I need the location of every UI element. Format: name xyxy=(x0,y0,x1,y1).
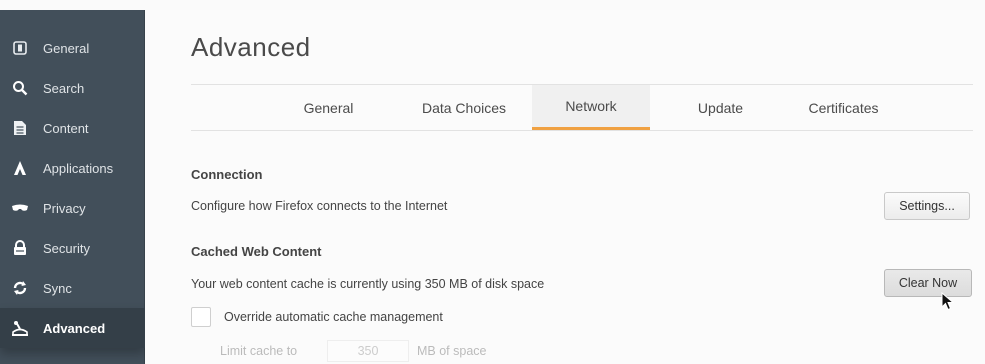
override-cache-label: Override automatic cache management xyxy=(224,310,443,324)
sidebar-item-general[interactable]: General xyxy=(0,28,145,68)
search-icon xyxy=(10,78,30,98)
clear-now-button[interactable]: Clear Now xyxy=(884,269,972,297)
cache-description: Your web content cache is currently usin… xyxy=(191,277,545,291)
connection-settings-button[interactable]: Settings... xyxy=(884,192,970,220)
mouse-cursor-icon xyxy=(941,291,955,317)
sidebar-item-label: Applications xyxy=(43,160,114,176)
tab-network[interactable]: Network xyxy=(532,85,650,130)
content-icon xyxy=(10,118,30,138)
connection-heading: Connection xyxy=(191,167,263,182)
privacy-icon xyxy=(10,198,30,218)
tab-data-choices[interactable]: Data Choices xyxy=(394,85,534,130)
sync-icon xyxy=(10,278,30,298)
sidebar-item-label: Search xyxy=(43,80,85,96)
applications-icon xyxy=(10,158,30,178)
cache-limit-label: Limit cache to xyxy=(220,344,298,358)
sidebar-item-search[interactable]: Search xyxy=(0,68,145,108)
sidebar-item-label: Privacy xyxy=(43,200,86,216)
preferences-window: General Search Content Applications Priv… xyxy=(0,0,985,364)
sidebar-item-label: Security xyxy=(43,240,90,256)
page-title: Advanced xyxy=(191,32,311,62)
advanced-icon xyxy=(10,318,30,338)
sidebar-item-label: Sync xyxy=(43,280,72,296)
tab-bar: General Data Choices Network Update Cert… xyxy=(191,84,973,131)
override-cache-checkbox[interactable] xyxy=(191,307,211,327)
sidebar-item-label: Content xyxy=(43,120,89,136)
sidebar-item-label: Advanced xyxy=(43,320,106,336)
general-icon xyxy=(10,38,30,58)
sidebar-item-applications[interactable]: Applications xyxy=(0,148,145,188)
cache-limit-input[interactable]: 350 xyxy=(327,340,409,362)
tab-update[interactable]: Update xyxy=(668,85,773,130)
tab-certificates[interactable]: Certificates xyxy=(786,85,901,130)
cache-heading: Cached Web Content xyxy=(191,244,322,259)
sidebar-item-content[interactable]: Content xyxy=(0,108,145,148)
main-panel: Advanced General Data Choices Network Up… xyxy=(145,10,985,364)
sidebar-item-advanced[interactable]: Advanced xyxy=(0,308,145,348)
cache-limit-unit: MB of space xyxy=(417,344,487,358)
sidebar-item-security[interactable]: Security xyxy=(0,228,145,268)
tab-general[interactable]: General xyxy=(281,85,376,130)
sidebar: General Search Content Applications Priv… xyxy=(0,10,145,364)
sidebar-item-label: General xyxy=(43,40,90,56)
sidebar-item-privacy[interactable]: Privacy xyxy=(0,188,145,228)
sidebar-item-sync[interactable]: Sync xyxy=(0,268,145,308)
connection-description: Configure how Firefox connects to the In… xyxy=(191,199,448,213)
lock-icon xyxy=(10,238,30,258)
